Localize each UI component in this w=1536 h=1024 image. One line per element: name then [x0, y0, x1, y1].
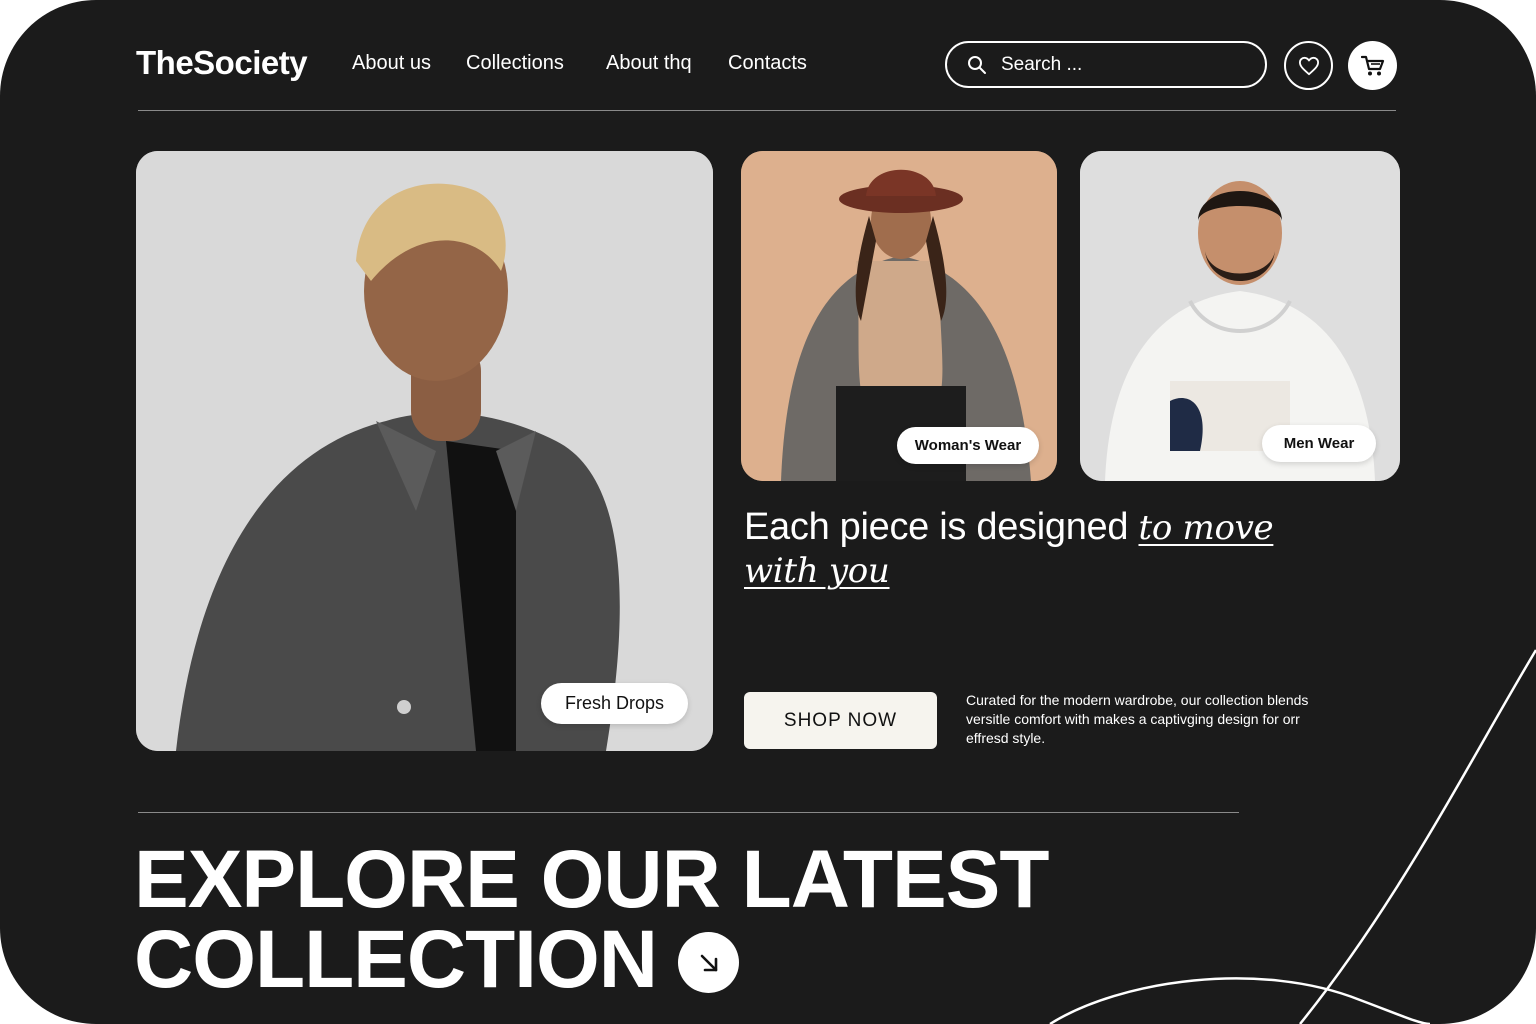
collection-description: Curated for the modern wardrobe, our col…	[966, 692, 1309, 746]
explore-arrow-button[interactable]	[678, 932, 739, 993]
explore-heading-line-1: EXPLORE OUR LATEST	[134, 834, 1049, 925]
header-divider	[138, 110, 1396, 111]
favorites-button[interactable]	[1284, 41, 1333, 90]
section-divider	[138, 812, 1239, 813]
brand-logo[interactable]: TheSociety	[136, 44, 308, 82]
search-input[interactable]	[999, 52, 1253, 77]
fresh-drops-label[interactable]: Fresh Drops	[541, 683, 688, 724]
search-icon	[968, 55, 986, 74]
cart-icon	[1360, 55, 1384, 75]
nav-about-us[interactable]: About us	[352, 52, 431, 75]
womens-wear-label[interactable]: Woman's Wear	[897, 427, 1039, 464]
nav-contacts[interactable]: Contacts	[728, 52, 807, 75]
arrow-down-right-icon	[700, 954, 717, 971]
fresh-drops-card[interactable]	[136, 151, 713, 751]
nav-about-thq[interactable]: About thq	[606, 52, 692, 75]
cart-button[interactable]	[1348, 41, 1397, 90]
hero-headline: Each piece is designed to move with you	[744, 506, 1304, 592]
heart-icon	[1298, 56, 1319, 75]
shop-now-button[interactable]: SHOP NOW	[744, 692, 937, 749]
page-frame: TheSociety About us Collections About th…	[0, 0, 1536, 1024]
explore-heading: EXPLORE OUR LATEST COLLECTION	[134, 834, 1094, 1005]
mens-wear-label[interactable]: Men Wear	[1262, 425, 1376, 462]
nav-collections[interactable]: Collections	[466, 52, 564, 75]
model-denim-jacket-image	[136, 151, 713, 751]
headline-plain-text: Each piece is designed	[744, 506, 1139, 548]
search-box[interactable]	[945, 41, 1267, 88]
explore-heading-line-2: COLLECTION	[134, 914, 658, 1005]
